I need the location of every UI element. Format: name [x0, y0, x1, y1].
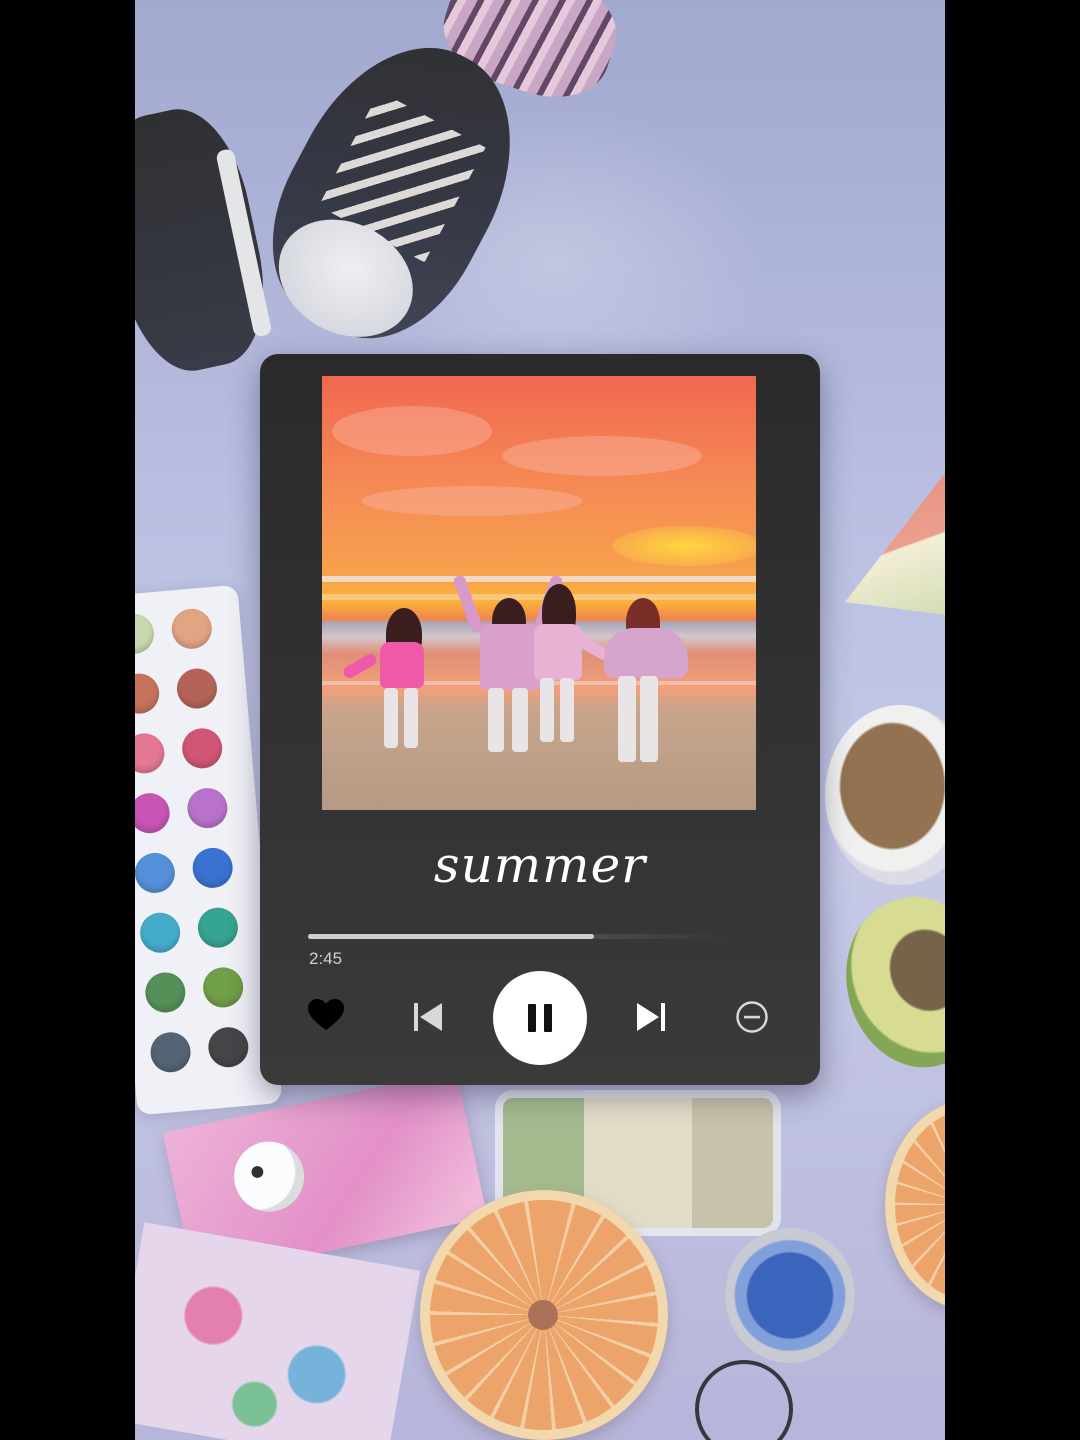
heart-icon [308, 999, 344, 1030]
skip-next-icon [637, 1003, 665, 1031]
album-cover [322, 376, 756, 810]
minus-circle-icon [736, 1001, 768, 1033]
progress-fill [308, 934, 594, 939]
progress-bar[interactable] [308, 934, 728, 939]
next-button[interactable] [633, 1000, 669, 1034]
skip-previous-icon [414, 1003, 442, 1031]
music-player-card: summer 2:45 [260, 354, 820, 1085]
pause-icon [528, 1004, 552, 1032]
like-button[interactable] [306, 997, 346, 1033]
elapsed-time: 2:45 [309, 949, 343, 968]
previous-button[interactable] [410, 1000, 446, 1034]
song-title: summer [433, 836, 647, 894]
pause-button[interactable] [493, 971, 587, 1065]
remove-button[interactable] [734, 999, 770, 1035]
